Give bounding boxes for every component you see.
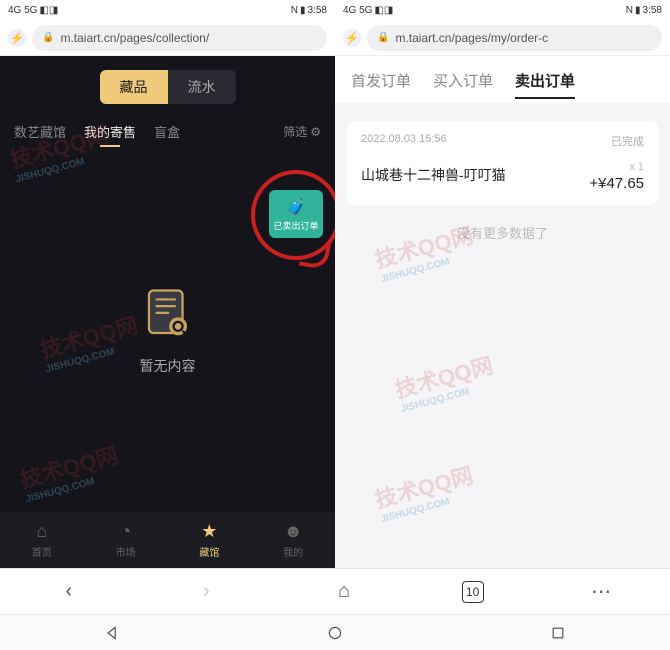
sub-tabs: 数艺藏馆 我的寄售 盲盒 筛选 ⚙: [0, 114, 335, 149]
lock-icon: 🔒: [42, 32, 54, 43]
briefcase-icon: 🧳: [286, 197, 306, 217]
url-field[interactable]: 🔒 m.taiart.cn/pages/my/order-c: [367, 25, 662, 51]
tab-buy-orders[interactable]: 买入订单: [433, 70, 493, 91]
subtab-consign[interactable]: 我的寄售: [84, 122, 136, 141]
subtab-blindbox[interactable]: 盲盒: [154, 122, 180, 141]
browser-toolbar: ‹ › ⌂ 10 ⋯: [0, 568, 670, 614]
menu-button[interactable]: ⋯: [581, 579, 621, 604]
order-status: 已完成: [611, 133, 644, 149]
nav-collection[interactable]: ★藏馆: [199, 521, 219, 559]
home-icon: ⌂: [36, 521, 47, 542]
battery-icon: ▮: [300, 5, 306, 16]
tab-sell-orders[interactable]: 卖出订单: [515, 70, 575, 91]
url-bar[interactable]: ⚡ 🔒 m.taiart.cn/pages/collection/: [0, 20, 335, 56]
url-text: m.taiart.cn/pages/my/order-c: [395, 31, 548, 45]
tab-collection[interactable]: 藏品: [100, 70, 168, 104]
order-tabs: 首发订单 买入订单 卖出订单: [335, 56, 670, 103]
market-icon: ◔: [120, 521, 131, 542]
status-bar: 4G 5G◧◨ N ▮ 3:58: [0, 0, 335, 20]
sys-home-button[interactable]: [327, 625, 343, 641]
subtab-gallery[interactable]: 数艺藏馆: [14, 122, 66, 141]
sys-recent-button[interactable]: [550, 625, 566, 641]
filter-icon: ⚙: [310, 125, 321, 139]
forward-button[interactable]: ›: [186, 580, 226, 603]
tabs-button[interactable]: 10: [462, 581, 484, 603]
home-button[interactable]: ⌂: [324, 580, 364, 603]
sold-orders-label: 已卖出订单: [273, 219, 318, 232]
order-title: 山城巷十二神兽-叮叮猫: [361, 165, 506, 185]
nav-home[interactable]: ⌂首页: [32, 521, 52, 559]
url-field[interactable]: 🔒 m.taiart.cn/pages/collection/: [32, 25, 327, 51]
order-time: 2022.08.03 15:56: [361, 133, 447, 149]
battery-icon: ▮: [635, 5, 641, 16]
order-price: +¥47.65: [589, 175, 644, 192]
bottom-nav: ⌂首页 ◔市场 ★藏馆 ☻我的: [0, 512, 335, 568]
lightning-icon: ⚡: [8, 29, 26, 47]
system-nav: [0, 614, 670, 650]
back-button[interactable]: ‹: [49, 580, 89, 603]
person-icon: ☻: [284, 521, 303, 542]
sold-orders-button[interactable]: 🧳 已卖出订单: [269, 190, 323, 238]
star-icon: ★: [201, 521, 217, 542]
tab-flow[interactable]: 流水: [168, 70, 236, 104]
nfc-icon: N: [626, 5, 633, 16]
nav-mine[interactable]: ☻我的: [283, 521, 303, 559]
tab-first-orders[interactable]: 首发订单: [351, 70, 411, 91]
nav-market[interactable]: ◔市场: [116, 521, 136, 559]
nfc-icon: N: [291, 5, 298, 16]
lightning-icon: ⚡: [343, 29, 361, 47]
lock-icon: 🔒: [377, 32, 389, 43]
order-qty: x 1: [629, 161, 644, 173]
empty-text: 暂无内容: [140, 356, 196, 376]
status-bar: 4G 5G◧◨ N ▮ 3:58: [335, 0, 670, 20]
no-more-text: 没有更多数据了: [335, 205, 670, 260]
top-tabs: 藏品 流水: [0, 56, 335, 114]
url-text: m.taiart.cn/pages/collection/: [60, 31, 209, 45]
url-bar[interactable]: ⚡ 🔒 m.taiart.cn/pages/my/order-c: [335, 20, 670, 56]
filter-button[interactable]: 筛选 ⚙: [283, 123, 321, 140]
sys-back-button[interactable]: [104, 625, 120, 641]
order-card[interactable]: 2022.08.03 15:56 已完成 山城巷十二神兽-叮叮猫 x 1 +¥4…: [347, 121, 658, 205]
document-search-icon: [140, 286, 196, 342]
